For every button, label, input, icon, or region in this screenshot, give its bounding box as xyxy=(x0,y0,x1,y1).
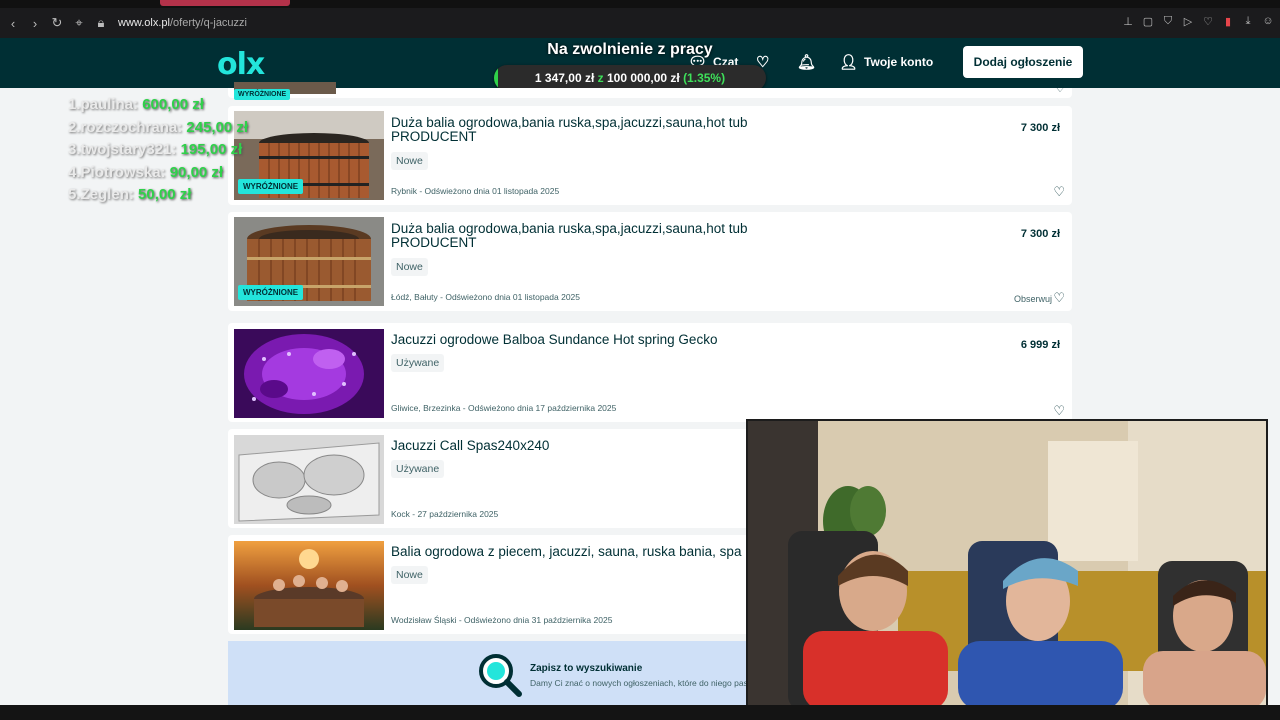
pin-icon[interactable]: ⊥ xyxy=(1122,15,1134,28)
save-search-subtitle: Damy Ci znać o nowych ogłoszeniach, któr… xyxy=(530,678,748,688)
donor-rank: 1. xyxy=(68,96,81,113)
top-donors-overlay: 1.paulina: 600,00 zł 2.rozczochrana: 245… xyxy=(68,94,248,207)
goal-percent: (1.35%) xyxy=(683,71,726,85)
url-host: www.olx.pl xyxy=(118,17,170,29)
donor-row: 5.Zeglen: 50,00 zł xyxy=(68,186,192,203)
heart-icon[interactable]: ♡ xyxy=(1053,403,1065,419)
forward-icon[interactable]: › xyxy=(26,16,44,31)
heart-icon[interactable]: ♡ xyxy=(1055,82,1065,95)
goal-current: 1 347,00 zł xyxy=(534,71,595,85)
listing-price: 7 300 zł xyxy=(1020,122,1060,134)
donor-rank: 5. xyxy=(68,186,81,203)
account-link[interactable]: 👤︎ Twoje konto xyxy=(839,53,933,71)
donor-row: 2.rozczochrana: 245,00 zł xyxy=(68,118,249,136)
condition-badge: Nowe xyxy=(391,566,428,584)
listing-photo: WYRÓŻNIONE xyxy=(234,111,384,200)
listing-location: Kock - 27 października 2025 xyxy=(391,509,499,519)
donor-row: 1.paulina: 600,00 zł xyxy=(68,96,204,113)
lock-icon[interactable]: 🔒︎ xyxy=(92,15,110,31)
listing-location: Gliwice, Brzezinka - Odświeżono dnia 17 … xyxy=(391,403,617,413)
url-field[interactable]: www.olx.pl/oferty/q-jacuzzi xyxy=(118,17,247,29)
donor-name: twojstary321 xyxy=(80,141,172,158)
heart-icon[interactable]: ♡ xyxy=(1053,290,1065,306)
listing-card-partial[interactable]: WYRÓŻNIONE ♡ xyxy=(228,82,1072,100)
listing-card[interactable]: WYRÓŻNIONE Duża balia ogrodowa,bania rus… xyxy=(228,212,1072,311)
listing-title[interactable]: Jacuzzi ogrodowe Balboa Sundance Hot spr… xyxy=(391,333,811,347)
donor-name: rozczochrana xyxy=(80,118,178,136)
listing-card[interactable]: WYRÓŻNIONE Duża balia ogrodowa,bania rus… xyxy=(228,106,1072,205)
webcam-feed xyxy=(748,421,1266,710)
listing-photo xyxy=(234,329,384,418)
donor-amount: 50,00 zł xyxy=(138,186,192,203)
listing-title[interactable]: Duża balia ogrodowa,bania ruska,spa,jacu… xyxy=(391,116,811,144)
save-search-banner: Zapisz to wyszukiwanie Damy Ci znać o no… xyxy=(228,641,788,705)
listing-photo xyxy=(234,435,384,524)
profile-icon[interactable]: ☺ xyxy=(1262,15,1274,28)
listing-photo: WYRÓŻNIONE xyxy=(234,217,384,306)
listing-location: Łódź, Bałuty - Odświeżono dnia 01 listop… xyxy=(391,292,581,302)
condition-badge: Nowe xyxy=(391,152,428,170)
add-listing-button[interactable]: Dodaj ogłoszenie xyxy=(963,46,1083,78)
back-icon[interactable]: ‹ xyxy=(4,16,22,31)
donor-rank: 4. xyxy=(68,163,81,181)
browser-toolbar: ⊥ ▢ ⛉ ▷ ♡ ▮ ⤓ ☺ xyxy=(1122,15,1274,28)
donor-rank: 3. xyxy=(68,141,81,158)
search-magnifier-icon xyxy=(479,654,522,697)
notifications-link[interactable]: 🔔︎ xyxy=(797,53,816,71)
browser-address-bar: ‹ › ↻ ⌖ 🔒︎ www.olx.pl/oferty/q-jacuzzi ⊥… xyxy=(0,8,1280,38)
condition-badge: Nowe xyxy=(391,258,428,276)
donor-amount: 90,00 zł xyxy=(169,163,224,181)
donor-row: 3.twojstary321: 195,00 zł xyxy=(68,141,243,158)
account-label: Twoje konto xyxy=(864,55,934,69)
goal-separator: z xyxy=(597,71,604,85)
menu-icon[interactable]: ▮ xyxy=(1222,15,1234,28)
browser-tab-strip xyxy=(0,0,1280,8)
listing-location: Rybnik - Odświeżono dnia 01 listopada 20… xyxy=(391,186,560,196)
url-path: /oferty/q-jacuzzi xyxy=(169,17,247,29)
listing-photo xyxy=(234,541,384,630)
save-search-title[interactable]: Zapisz to wyszukiwanie xyxy=(530,663,642,674)
webcam-overlay xyxy=(746,419,1268,712)
listing-card[interactable]: Jacuzzi ogrodowe Balboa Sundance Hot spr… xyxy=(228,323,1072,422)
donor-name: paulina xyxy=(80,96,134,113)
condition-badge: Używane xyxy=(391,354,445,372)
bottom-bar xyxy=(0,705,1280,720)
donor-row: 4.Piotrowska: 90,00 zł xyxy=(68,163,224,181)
featured-badge: WYRÓŻNIONE xyxy=(238,285,304,300)
listing-price: 7 300 zł xyxy=(1020,228,1060,240)
hot-tub-photo xyxy=(234,435,384,524)
donor-name: Piotrowska xyxy=(80,163,161,181)
goal-target: 100 000,00 zł xyxy=(606,71,680,85)
condition-badge: Używane xyxy=(391,460,445,478)
location-icon: ⌖ xyxy=(75,15,83,30)
donor-amount: 245,00 zł xyxy=(186,118,249,136)
listing-title[interactable]: Duża balia ogrodowa,bania ruska,spa,jacu… xyxy=(391,222,811,250)
hot-tub-photo xyxy=(234,329,384,418)
heart-icon[interactable]: ♡ xyxy=(1202,15,1214,28)
heart-icon[interactable]: ♡ xyxy=(1053,184,1065,200)
user-icon: 👤︎ xyxy=(839,54,859,71)
download-icon[interactable]: ⤓ xyxy=(1242,15,1254,28)
donor-amount: 600,00 zł xyxy=(142,96,204,113)
donor-name: Zeglen xyxy=(80,186,129,203)
hot-tub-photo xyxy=(234,541,384,630)
reload-icon[interactable]: ↻ xyxy=(48,15,66,31)
listing-price: 6 999 zł xyxy=(1020,339,1060,351)
listing-location: Wodzisław Śląski - Odświeżono dnia 31 pa… xyxy=(391,615,613,625)
shield-icon[interactable]: ⛉ xyxy=(1162,15,1174,28)
olx-logo[interactable]: olx xyxy=(217,47,265,82)
observe-label[interactable]: Obserwuj xyxy=(1014,294,1052,304)
play-icon[interactable]: ▷ xyxy=(1182,15,1194,28)
active-tab[interactable] xyxy=(160,0,290,6)
bell-icon: 🔔︎ xyxy=(797,54,817,71)
screenshot-icon[interactable]: ▢ xyxy=(1142,15,1154,28)
goal-title: Na zwolnienie z pracy xyxy=(547,41,713,58)
donor-rank: 2. xyxy=(68,118,81,136)
donor-amount: 195,00 zł xyxy=(180,141,243,158)
